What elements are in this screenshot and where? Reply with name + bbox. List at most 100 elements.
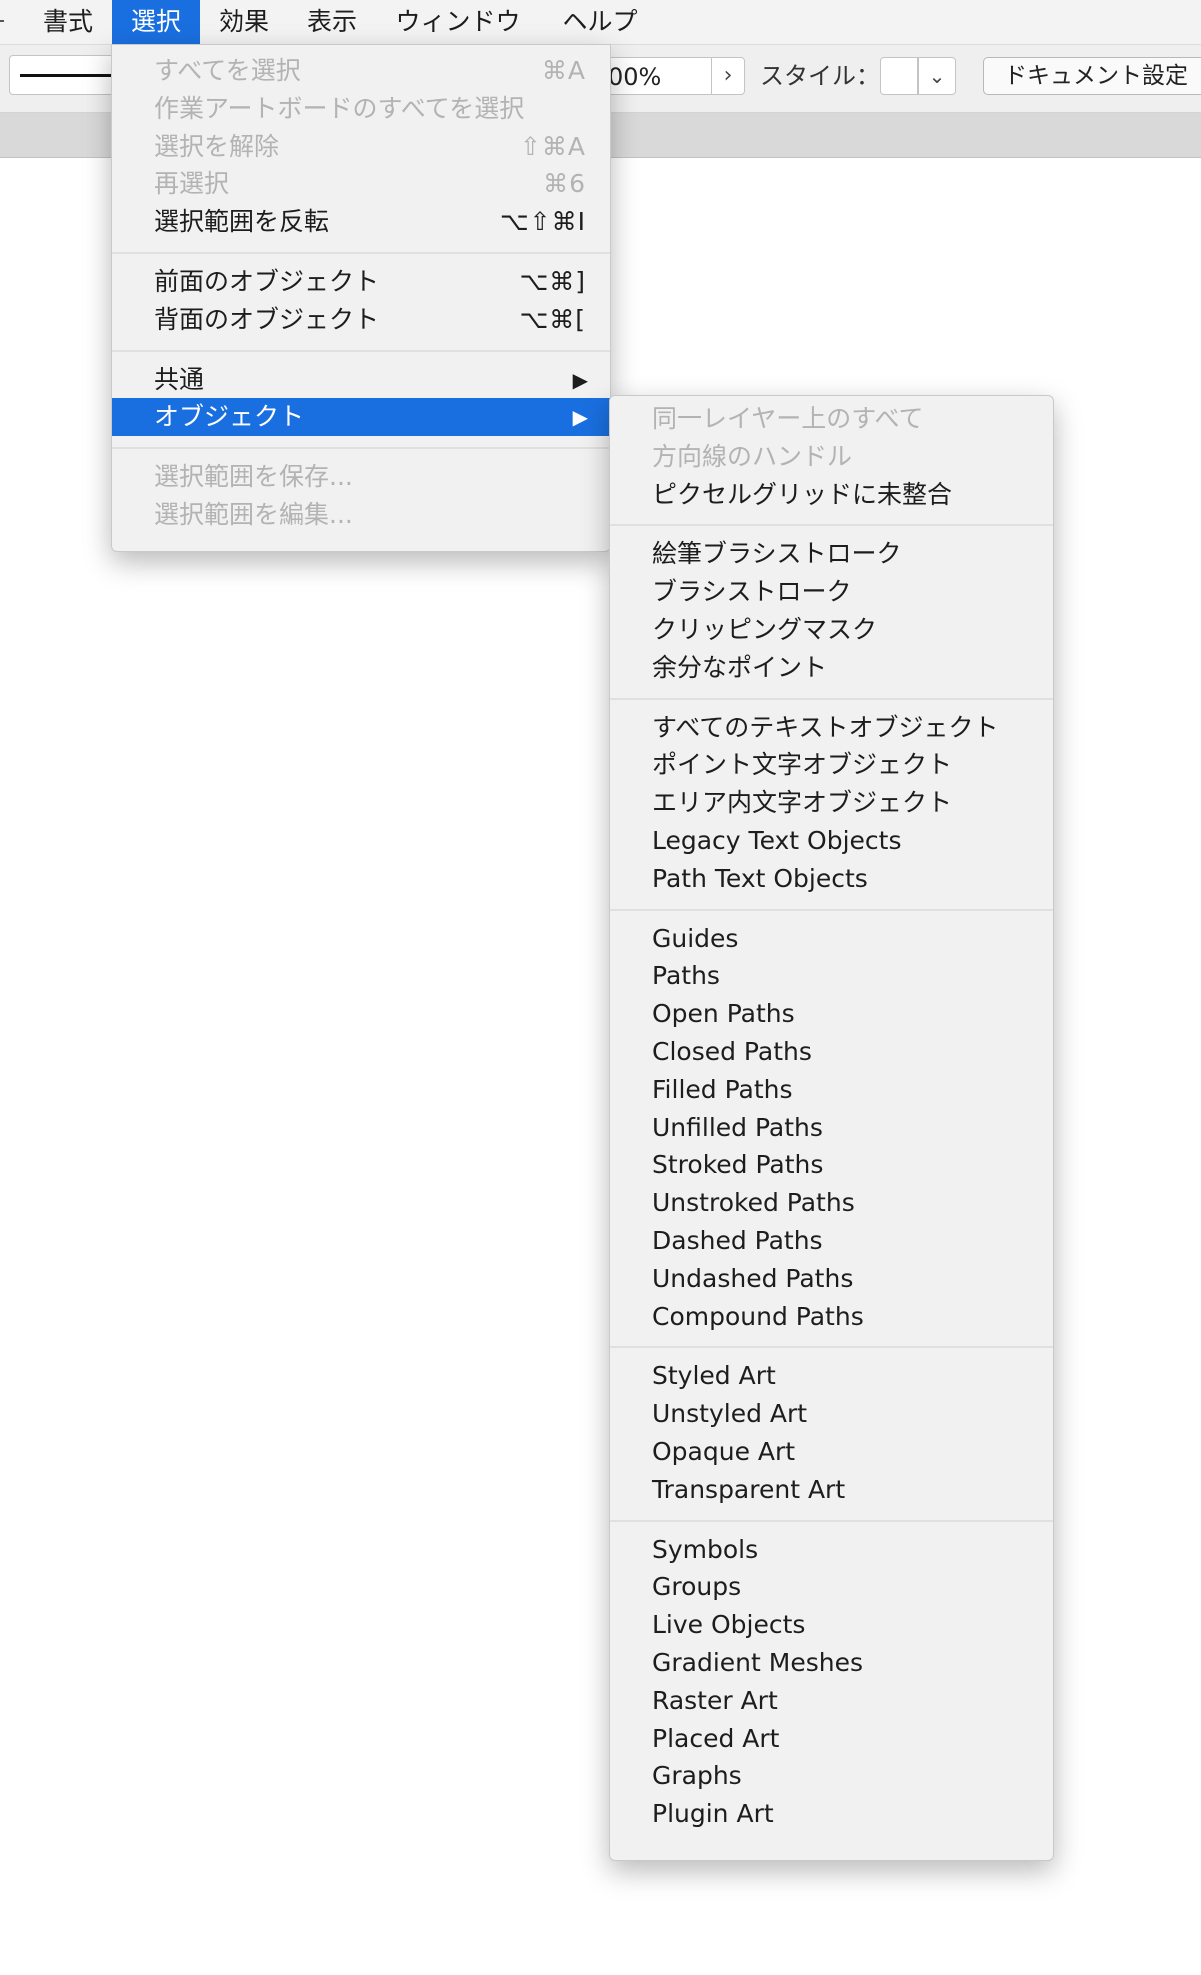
- object-submenu-item-unstroked-paths[interactable]: Unstroked Paths: [610, 1184, 1053, 1222]
- menu-item-shortcut: ⌘6: [543, 169, 586, 199]
- select-menu-item-item-0-1: 作業アートボードのすべてを選択: [112, 90, 610, 128]
- object-submenu-item-item-1-2[interactable]: クリッピングマスク: [610, 611, 1053, 649]
- object-submenu-item-paths[interactable]: Paths: [610, 957, 1053, 995]
- object-submenu-item-unfilled-paths[interactable]: Unfilled Paths: [610, 1109, 1053, 1147]
- object-submenu-item-legacy-text-objects[interactable]: Legacy Text Objects: [610, 822, 1053, 860]
- object-submenu-item-filled-paths[interactable]: Filled Paths: [610, 1071, 1053, 1109]
- menu-item-label: Paths: [652, 961, 720, 991]
- object-submenu-item-graphs[interactable]: Graphs: [610, 1757, 1053, 1795]
- select-menu-item-item-1-0[interactable]: 前面のオブジェクト ⌥⌘]: [112, 263, 610, 301]
- menu-item-shortcut: ⌘A: [541, 56, 586, 85]
- menu-item-label: すべてのテキストオブジェクト: [652, 712, 999, 742]
- stroke-preview[interactable]: [9, 55, 121, 95]
- menu-item-label: 背面のオブジェクト: [154, 304, 380, 334]
- select-menu-item-item-0-2: 選択を解除 ⇧⌘A: [112, 128, 610, 166]
- menu-item-label: Path Text Objects: [652, 863, 868, 893]
- submenu-arrow-icon: ▶: [572, 367, 588, 392]
- menu-item-label: 前面のオブジェクト: [154, 267, 380, 296]
- menu-item-label: Opaque Art: [652, 1437, 796, 1466]
- menu-view[interactable]: 表示: [288, 0, 376, 44]
- menu-item-label: 共通: [154, 364, 205, 394]
- menu-item-label: Styled Art: [652, 1361, 776, 1391]
- chevron-down-icon[interactable]: ⌄: [918, 57, 956, 95]
- object-submenu-item-path-text-objects[interactable]: Path Text Objects: [610, 860, 1053, 898]
- menu-item-label: Groups: [652, 1572, 742, 1602]
- object-submenu: 同一レイヤー上のすべて 方向線のハンドルピクセルグリッドに未整合絵筆ブラシストロー…: [609, 395, 1054, 1861]
- object-submenu-item-unstyled-art[interactable]: Unstyled Art: [610, 1395, 1053, 1433]
- object-submenu-item-item-1-1[interactable]: ブラシストローク: [610, 573, 1053, 611]
- menu-separator: [112, 447, 610, 450]
- object-submenu-item-item-2-2[interactable]: エリア内文字オブジェクト: [610, 784, 1053, 822]
- object-submenu-item-placed-art[interactable]: Placed Art: [610, 1720, 1053, 1758]
- opacity-arrow-button[interactable]: ›: [711, 57, 745, 95]
- object-submenu-item-item-2-1[interactable]: ポイント文字オブジェクト: [610, 746, 1053, 784]
- select-menu-item-item-0-4[interactable]: 選択範囲を反転 ⌥⇧⌘I: [112, 203, 610, 241]
- menu-separator: [610, 697, 1053, 700]
- object-submenu-item-closed-paths[interactable]: Closed Paths: [610, 1033, 1053, 1071]
- object-submenu-item-gradient-meshes[interactable]: Gradient Meshes: [610, 1644, 1053, 1682]
- select-menu-item-item-2-1[interactable]: オブジェクト ▶: [112, 398, 610, 437]
- object-submenu-item-item-1-3[interactable]: 余分なポイント: [610, 649, 1053, 687]
- select-menu-item-item-3-0: 選択範囲を保存...: [112, 458, 610, 496]
- menu-item-label: 作業アートボードのすべてを選択: [154, 93, 525, 123]
- menu-item-label: Live Objects: [652, 1610, 806, 1640]
- object-submenu-item-raster-art[interactable]: Raster Art: [610, 1682, 1053, 1720]
- object-submenu-item-compound-paths[interactable]: Compound Paths: [610, 1298, 1053, 1336]
- menu-item-label: クリッピングマスク: [652, 615, 878, 644]
- menu-item-label: Legacy Text Objects: [652, 826, 902, 855]
- object-submenu-item-dashed-paths[interactable]: Dashed Paths: [610, 1222, 1053, 1260]
- object-submenu-item-item-0-2[interactable]: ピクセルグリッドに未整合: [610, 476, 1053, 514]
- style-swatch[interactable]: [880, 57, 918, 95]
- submenu-arrow-icon: ▶: [572, 405, 588, 430]
- object-submenu-item-guides[interactable]: Guides: [610, 920, 1053, 958]
- menu-item-label: 選択範囲を保存...: [154, 462, 353, 492]
- document-settings-button[interactable]: ドキュメント設定: [983, 57, 1201, 95]
- menu-item-label: 選択を解除: [154, 131, 280, 161]
- menu-item-shortcut: ⇧⌘A: [519, 131, 586, 161]
- menu-item-label: ポイント文字オブジェクト: [652, 750, 953, 780]
- menu-separator: [610, 524, 1053, 527]
- menu-item-label: ブラシストローク: [652, 577, 852, 607]
- menu-item-label: Graphs: [652, 1761, 742, 1791]
- menu-format[interactable]: 書式: [24, 0, 112, 44]
- menu-item-label: 絵筆ブラシストローク: [652, 539, 902, 569]
- object-submenu-item-styled-art[interactable]: Styled Art: [610, 1357, 1053, 1395]
- object-submenu-item-transparent-art[interactable]: Transparent Art: [610, 1471, 1053, 1509]
- menu-item-label: Filled Paths: [652, 1074, 793, 1104]
- menu-help[interactable]: ヘルプ: [550, 0, 650, 44]
- menu-separator: [112, 349, 610, 352]
- menu-select[interactable]: 選択: [112, 0, 200, 44]
- menu-item-shortcut: ⌥⇧⌘I: [499, 207, 586, 237]
- object-submenu-item-plugin-art[interactable]: Plugin Art: [610, 1795, 1053, 1833]
- select-menu-item-item-1-1[interactable]: 背面のオブジェクト ⌥⌘[: [112, 301, 610, 339]
- object-submenu-item-item-1-0[interactable]: 絵筆ブラシストローク: [610, 535, 1053, 573]
- menu-item-label: 方向線のハンドル: [652, 441, 853, 471]
- object-submenu-item-symbols[interactable]: Symbols: [610, 1531, 1053, 1569]
- menu-item-shortcut: ⌥⌘[: [519, 304, 586, 334]
- object-submenu-item-item-2-0[interactable]: すべてのテキストオブジェクト: [610, 709, 1053, 747]
- menu-item-shortcut: ⌥⌘]: [519, 267, 586, 296]
- menu-item-label: Compound Paths: [652, 1301, 864, 1331]
- object-submenu-item-opaque-art[interactable]: Opaque Art: [610, 1433, 1053, 1471]
- object-submenu-item-undashed-paths[interactable]: Undashed Paths: [610, 1260, 1053, 1298]
- object-submenu-item-live-objects[interactable]: Live Objects: [610, 1606, 1053, 1644]
- menu-item-label: Transparent Art: [652, 1474, 846, 1504]
- object-submenu-item-stroked-paths[interactable]: Stroked Paths: [610, 1146, 1053, 1184]
- menu-item-label: 再選択: [154, 169, 230, 199]
- select-menu-item-item-3-1: 選択範囲を編集...: [112, 496, 610, 534]
- menu-item-label: Unstroked Paths: [652, 1188, 855, 1218]
- opacity-field[interactable]: 00%: [603, 57, 711, 95]
- menu-separator: [610, 1346, 1053, 1349]
- menubar-edge-mark: [0, 20, 4, 22]
- menu-effect[interactable]: 効果: [200, 0, 288, 44]
- menu-window[interactable]: ウィンドウ: [383, 0, 533, 44]
- menu-item-label: Open Paths: [652, 999, 795, 1029]
- menu-item-label: Unfilled Paths: [652, 1112, 823, 1142]
- select-menu-item-item-2-0[interactable]: 共通 ▶: [112, 361, 610, 399]
- select-menu-item-item-0-3: 再選択 ⌘6: [112, 165, 610, 203]
- menu-item-label: Guides: [652, 923, 739, 953]
- object-submenu-item-open-paths[interactable]: Open Paths: [610, 995, 1053, 1033]
- menu-item-label: Placed Art: [652, 1723, 780, 1753]
- object-submenu-item-groups[interactable]: Groups: [610, 1568, 1053, 1606]
- object-submenu-item-item-0-0: 同一レイヤー上のすべて: [610, 400, 1053, 438]
